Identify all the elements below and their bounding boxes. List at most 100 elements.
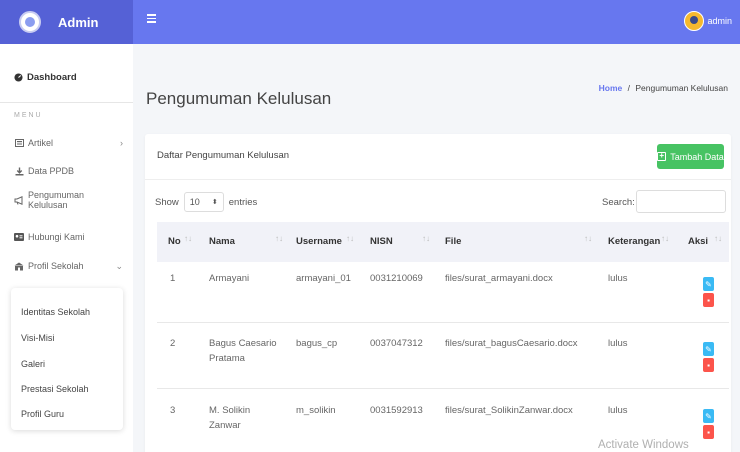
cell-file: files/surat_SolikinZanwar.docx <box>445 405 573 416</box>
entries-value: 10 <box>189 197 200 207</box>
trash-icon: ▪ <box>707 360 710 370</box>
divider <box>157 322 729 323</box>
card-title: Daftar Pengumuman Kelulusan <box>157 150 290 161</box>
cell-nisn: 0031210069 <box>370 273 423 284</box>
sidebar-item-hubungi-kami[interactable]: Hubungi Kami <box>14 230 123 244</box>
sidebar-item-artikel[interactable]: Artikel › <box>14 136 123 150</box>
sidebar-item-label: Hubungi Kami <box>28 232 85 242</box>
delete-button[interactable]: ▪ <box>703 425 714 439</box>
column-header-username[interactable]: Username <box>296 236 342 247</box>
sidebar-item-data-ppdb[interactable]: Data PPDB <box>14 164 123 178</box>
sidebar-item-label: Pengumuman Kelulusan <box>28 190 85 210</box>
sidebar-item-label: Artikel <box>28 138 54 148</box>
cell-file: files/surat_bagusCaesario.docx <box>445 338 578 349</box>
search-label: Search: <box>602 197 635 208</box>
column-header-file[interactable]: File <box>445 236 461 247</box>
edit-icon: ✎ <box>705 279 712 289</box>
contact-card-icon <box>14 233 24 242</box>
cell-nisn: 0037047312 <box>370 338 423 349</box>
cell-no: 2 <box>170 338 176 349</box>
submenu-profil-sekolah: Identitas Sekolah Visi-Misi Galeri Prest… <box>11 288 123 430</box>
submenu-item-visi-misi[interactable]: Visi-Misi <box>21 333 54 343</box>
download-icon <box>14 167 24 176</box>
cell-nama: M. Solikin Zanwar <box>209 405 251 431</box>
sort-icon: ↑↓ <box>346 234 354 243</box>
search-input[interactable] <box>636 190 726 213</box>
add-data-button[interactable]: + Tambah Data <box>657 144 724 169</box>
cell-file: files/surat_armayani.docx <box>445 273 553 284</box>
sort-icon: ↑↓ <box>275 234 283 243</box>
cell-keterangan: lulus <box>608 273 628 284</box>
column-header-nisn[interactable]: NISN <box>370 236 393 247</box>
sort-icon: ↑↓ <box>184 234 192 243</box>
add-data-label: Tambah Data <box>670 151 724 162</box>
sidebar-item-label: Profil Sekolah <box>28 261 84 271</box>
main-content: Pengumuman Kelulusan Home / Pengumuman K… <box>133 44 740 452</box>
sort-icon: ↑↓ <box>422 234 430 243</box>
edit-button[interactable]: ✎ <box>703 277 714 291</box>
breadcrumb: Home / Pengumuman Kelulusan <box>599 83 728 93</box>
sidebar-item-label: Dashboard <box>27 72 77 83</box>
sort-icon: ↑↓ <box>714 234 722 243</box>
cell-no: 1 <box>170 273 176 284</box>
sidebar: Dashboard MENU Artikel › Data PPDB Pengu… <box>0 44 133 452</box>
brand[interactable]: Admin <box>0 0 133 44</box>
show-label: Show <box>155 196 179 208</box>
cell-username: bagus_cp <box>296 338 338 349</box>
entries-control: Show 10 ⬍ entries <box>155 192 257 212</box>
submenu-item-identitas-sekolah[interactable]: Identitas Sekolah <box>21 307 90 317</box>
sort-icon: ↑↓ <box>584 234 592 243</box>
user-menu[interactable]: admin <box>684 11 732 31</box>
divider <box>145 179 731 180</box>
breadcrumb-current: Pengumuman Kelulusan <box>635 83 728 93</box>
delete-button[interactable]: ▪ <box>703 358 714 372</box>
sidebar-item-pengumuman-kelulusan[interactable]: Pengumuman Kelulusan <box>14 190 123 210</box>
edit-button[interactable]: ✎ <box>703 409 714 423</box>
cell-nama: Bagus Caesario Pratama <box>209 338 277 364</box>
select-arrows-icon: ⬍ <box>211 199 218 206</box>
data-card: Daftar Pengumuman Kelulusan + Tambah Dat… <box>145 134 731 452</box>
entries-label: entries <box>228 196 258 208</box>
column-header-keterangan[interactable]: Keterangan <box>608 236 660 247</box>
cell-username: armayani_01 <box>296 273 351 284</box>
sidebar-item-dashboard[interactable]: Dashboard <box>14 72 77 83</box>
school-icon <box>14 262 24 271</box>
activate-windows-watermark: Activate Windows <box>598 439 689 451</box>
cell-nama: Armayani <box>209 273 250 284</box>
column-header-nama[interactable]: Nama <box>209 236 235 247</box>
cell-username: m_solikin <box>296 405 336 416</box>
user-name: admin <box>707 16 732 26</box>
page-title: Pengumuman Kelulusan <box>146 89 332 108</box>
dashboard-icon <box>14 73 23 82</box>
breadcrumb-home-link[interactable]: Home <box>599 83 623 93</box>
hamburger-icon[interactable] <box>147 14 156 23</box>
submenu-item-profil-guru[interactable]: Profil Guru <box>21 409 64 419</box>
submenu-item-prestasi-sekolah[interactable]: Prestasi Sekolah <box>21 384 89 394</box>
submenu-item-galeri[interactable]: Galeri <box>21 359 45 369</box>
edit-button[interactable]: ✎ <box>703 342 714 356</box>
topbar: admin <box>133 0 740 44</box>
edit-icon: ✎ <box>705 344 712 354</box>
trash-icon: ▪ <box>707 427 710 437</box>
sort-icon: ↑↓ <box>661 234 669 243</box>
delete-button[interactable]: ▪ <box>703 293 714 307</box>
column-header-no[interactable]: No <box>168 236 181 247</box>
school-logo-icon <box>19 11 41 33</box>
cell-keterangan: lulus <box>608 405 628 416</box>
entries-select[interactable]: 10 ⬍ <box>183 192 224 212</box>
breadcrumb-separator: / <box>627 83 630 93</box>
column-header-aksi[interactable]: Aksi <box>688 236 708 247</box>
brand-name: Admin <box>58 14 99 30</box>
trash-icon: ▪ <box>707 295 710 305</box>
sidebar-item-profil-sekolah[interactable]: Profil Sekolah ⌄ <box>14 259 123 273</box>
cell-nisn: 0031592913 <box>370 405 423 416</box>
avatar <box>684 11 705 31</box>
sidebar-item-label: Data PPDB <box>28 166 75 176</box>
cell-keterangan: lulus <box>608 338 628 349</box>
divider <box>157 388 729 389</box>
megaphone-icon <box>14 195 24 205</box>
chevron-right-icon: › <box>120 138 123 148</box>
plus-square-icon: + <box>657 152 667 161</box>
chevron-down-icon: ⌄ <box>115 260 123 271</box>
edit-icon: ✎ <box>705 411 712 421</box>
